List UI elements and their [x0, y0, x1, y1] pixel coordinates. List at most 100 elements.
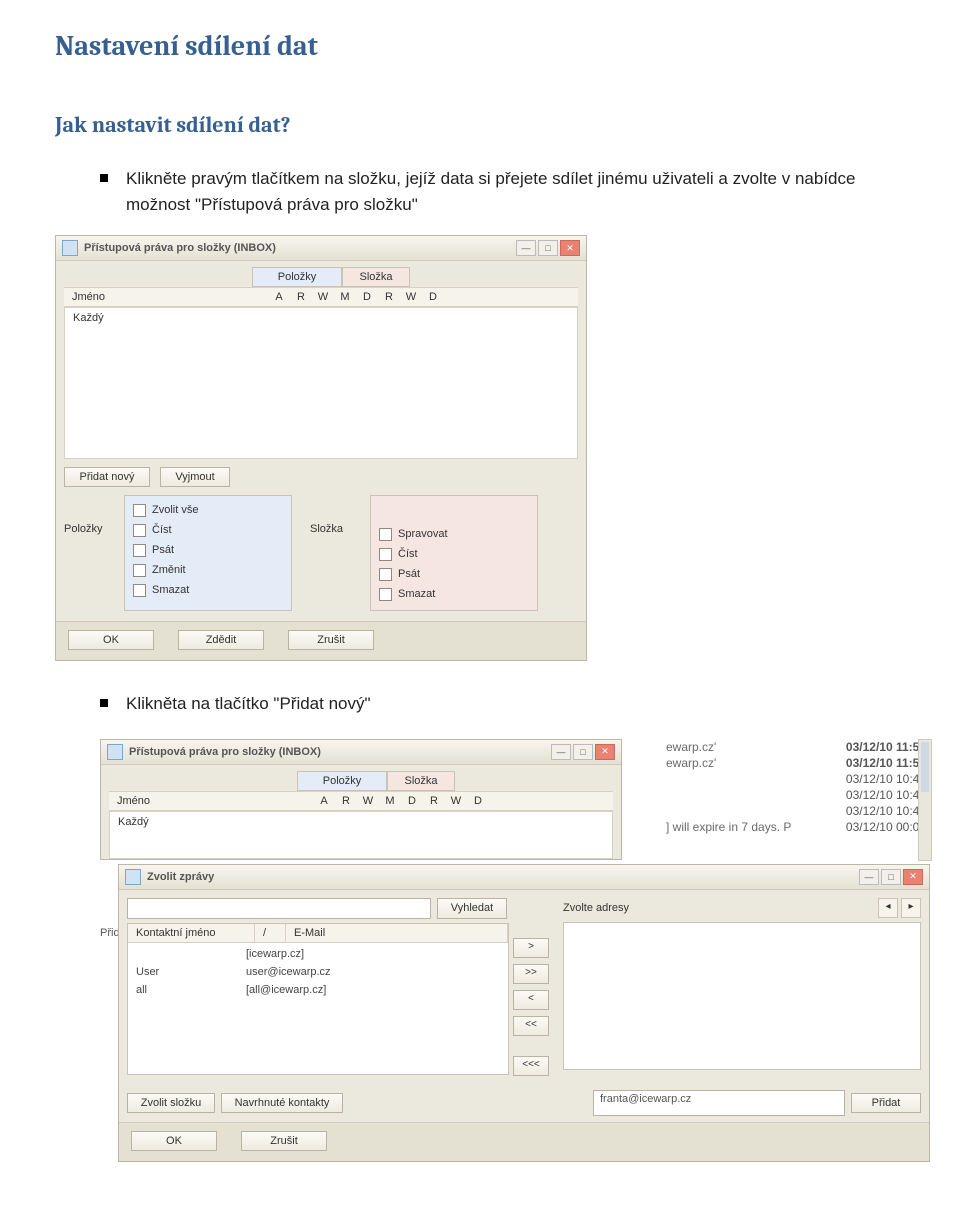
bullet-text: Klikněte pravým tlačítkem na složku, jej… [126, 166, 905, 217]
move-all-left-button[interactable]: << [513, 1016, 549, 1036]
choose-folder-button[interactable]: Zvolit složku [127, 1093, 215, 1113]
mail-date: 03/12/10 10:44 [846, 772, 926, 786]
col-r: R [290, 288, 312, 306]
table-group-header: Položky Složka [64, 267, 578, 287]
minimize-button[interactable]: — [516, 240, 536, 256]
dialog-access-rights: Přístupová práva pro složky (INBOX) — □ … [55, 235, 587, 661]
checkbox[interactable] [379, 548, 392, 561]
checkbox[interactable] [379, 568, 392, 581]
col-d: D [401, 792, 423, 810]
contacts-list[interactable]: Kontaktní jméno / E-Mail [icewarp.cz] Us… [127, 923, 509, 1075]
perm-box-slozka: Spravovat Číst Psát Smazat [370, 495, 538, 611]
list-item[interactable]: Useruser@icewarp.cz [128, 963, 508, 981]
checkbox[interactable] [379, 588, 392, 601]
move-triple-left-button[interactable]: <<< [513, 1056, 549, 1076]
users-table[interactable]: Každý [64, 307, 578, 459]
transfer-buttons: > >> < << <<< [513, 898, 557, 1076]
cancel-button[interactable]: Zrušit [288, 630, 374, 650]
perm-cist: Číst [152, 524, 172, 536]
col-d2: D [467, 792, 489, 810]
mail-date: 03/12/10 10:44 [846, 788, 926, 802]
col-jmeno: Jméno [109, 792, 313, 810]
scrollbar-thumb[interactable] [921, 742, 929, 792]
group-polozky: Položky [252, 267, 342, 287]
add-button[interactable]: Přidat [851, 1093, 921, 1113]
window-title: Přístupová práva pro složky (INBOX) [84, 242, 516, 254]
col-w: W [312, 288, 334, 306]
suggested-contacts-button[interactable]: Navrhnuté kontakty [221, 1093, 343, 1113]
next-button[interactable]: ▸ [901, 898, 921, 918]
window-title: Zvolit zprávy [147, 871, 859, 883]
perm-label-polozky: Položky [64, 523, 124, 535]
table-row[interactable]: Každý [65, 308, 577, 328]
close-button[interactable]: ✕ [903, 869, 923, 885]
col-r: R [335, 792, 357, 810]
mail-subject: ewarp.cz' [666, 740, 716, 754]
window-icon [125, 869, 141, 885]
col-w2: W [400, 288, 422, 306]
group-slozka: Složka [342, 267, 410, 287]
remove-button[interactable]: Vyjmout [160, 467, 230, 487]
page-subheading: Jak nastavit sdílení dat? [55, 112, 905, 138]
checkbox[interactable] [379, 528, 392, 541]
maximize-button[interactable]: □ [538, 240, 558, 256]
close-button[interactable]: ✕ [595, 744, 615, 760]
col-a: A [313, 792, 335, 810]
email-input[interactable]: franta@icewarp.cz [593, 1090, 845, 1116]
mail-date: 03/12/10 11:57 [846, 756, 926, 770]
col-d2: D [422, 288, 444, 306]
maximize-button[interactable]: □ [573, 744, 593, 760]
mail-subject: ] will expire in 7 days. P [666, 820, 791, 834]
table-row[interactable]: Každý [110, 812, 612, 832]
checkbox[interactable] [133, 564, 146, 577]
checkbox[interactable] [133, 504, 146, 517]
perm-label-slozka: Složka [310, 523, 370, 535]
dialog-access-rights-small: Přístupová práva pro složky (INBOX) — □ … [100, 739, 622, 860]
window-icon [62, 240, 78, 256]
mail-subject: ewarp.cz' [666, 756, 716, 770]
checkbox[interactable] [133, 584, 146, 597]
selected-addresses-label: Zvolte adresy [563, 902, 629, 914]
col-a: A [268, 288, 290, 306]
col-m: M [334, 288, 356, 306]
scrollbar[interactable] [918, 739, 932, 861]
col-w: W [357, 792, 379, 810]
minimize-button[interactable]: — [859, 869, 879, 885]
perm-psat2: Psát [398, 568, 420, 580]
col-contact-name: Kontaktní jméno [128, 924, 255, 942]
bullet-square-icon [100, 699, 108, 707]
cancel-button[interactable]: Zrušit [241, 1131, 327, 1151]
prev-button[interactable]: ◂ [878, 898, 898, 918]
col-sort-slash: / [255, 924, 286, 942]
search-input[interactable] [127, 898, 431, 919]
inherit-button[interactable]: Zdědit [178, 630, 264, 650]
ok-button[interactable]: OK [68, 630, 154, 650]
group-slozka: Složka [387, 771, 455, 791]
dialog-select-messages: Zvolit zprávy — □ ✕ Vyhledat Kontaktní j… [118, 864, 930, 1162]
group-polozky: Položky [297, 771, 387, 791]
search-button[interactable]: Vyhledat [437, 898, 507, 919]
selected-addresses-box[interactable] [563, 922, 921, 1070]
list-item[interactable]: all[all@icewarp.cz] [128, 981, 508, 999]
mail-date: 03/12/10 11:57 [846, 740, 926, 754]
perm-psat: Psát [152, 544, 174, 556]
move-right-button[interactable]: > [513, 938, 549, 958]
window-icon [107, 744, 123, 760]
checkbox[interactable] [133, 544, 146, 557]
perm-cist2: Číst [398, 548, 418, 560]
list-item[interactable]: [icewarp.cz] [128, 945, 508, 963]
page-title: Nastavení sdílení dat [55, 30, 905, 62]
ok-button[interactable]: OK [131, 1131, 217, 1151]
checkbox[interactable] [133, 524, 146, 537]
move-left-button[interactable]: < [513, 990, 549, 1010]
close-button[interactable]: ✕ [560, 240, 580, 256]
col-m: M [379, 792, 401, 810]
maximize-button[interactable]: □ [881, 869, 901, 885]
perm-zvolit-vse: Zvolit vše [152, 504, 198, 516]
move-all-right-button[interactable]: >> [513, 964, 549, 984]
perm-spravovat: Spravovat [398, 528, 448, 540]
permissions-grid: Položky Zvolit vše Číst Psát Změnit Smaz… [64, 495, 578, 611]
add-new-button[interactable]: Přidat nový [64, 467, 150, 487]
minimize-button[interactable]: — [551, 744, 571, 760]
screenshot-compound: ewarp.cz' 03/12/10 11:57 ewarp.cz' 03/12/1… [100, 739, 930, 1154]
